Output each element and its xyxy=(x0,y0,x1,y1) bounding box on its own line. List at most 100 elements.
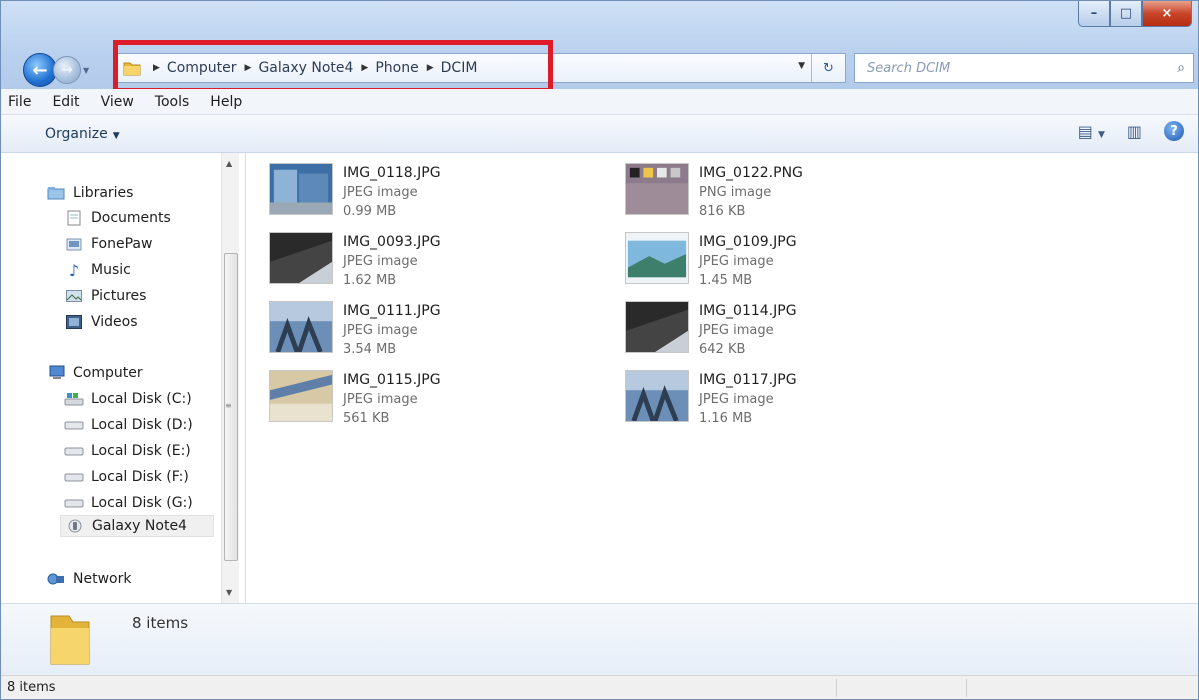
nav-local-disk-e[interactable]: Local Disk (E:) xyxy=(63,440,191,462)
file-item[interactable]: IMG_0115.JPG JPEG image 561 KB xyxy=(269,360,599,426)
file-size: 1.16 MB xyxy=(699,411,753,426)
file-name: IMG_0117.JPG xyxy=(699,372,797,388)
nav-local-disk-c-label: Local Disk (C:) xyxy=(91,391,192,407)
menu-help[interactable]: Help xyxy=(208,94,244,110)
nav-music[interactable]: ♪ Music xyxy=(63,259,131,281)
maximize-button[interactable]: □ xyxy=(1110,1,1142,27)
folder-icon xyxy=(50,615,90,665)
file-item[interactable]: IMG_0111.JPG JPEG image 3.54 MB xyxy=(269,291,599,357)
nav-local-disk-d[interactable]: Local Disk (D:) xyxy=(63,414,193,436)
file-type: JPEG image xyxy=(699,323,774,338)
file-name: IMG_0118.JPG xyxy=(343,165,441,181)
nav-local-disk-g-label: Local Disk (G:) xyxy=(91,495,193,511)
menu-view[interactable]: View xyxy=(99,94,136,110)
file-item[interactable]: IMG_0118.JPG JPEG image 0.99 MB xyxy=(269,153,599,219)
recent-pages-dropdown[interactable]: ▼ xyxy=(83,66,91,75)
scroll-up-icon[interactable]: ▲ xyxy=(226,159,232,168)
forward-button[interactable]: → xyxy=(53,56,81,84)
file-item[interactable]: IMG_0109.JPG JPEG image 1.45 MB xyxy=(625,222,955,288)
scroll-down-icon[interactable]: ▼ xyxy=(226,588,232,597)
breadcrumb-galaxy-note4[interactable]: Galaxy Note4 xyxy=(258,60,353,76)
nav-videos[interactable]: Videos xyxy=(63,311,138,333)
system-drive-icon xyxy=(63,391,85,407)
arrow-right-icon: → xyxy=(61,62,73,78)
drive-icon xyxy=(63,469,85,485)
nav-documents-label: Documents xyxy=(91,210,171,226)
breadcrumb-dcim[interactable]: DCIM xyxy=(441,60,478,76)
image-thumbnail xyxy=(269,232,333,284)
command-bar: Organize ▼ ▤ ▼ ▥ ? xyxy=(1,115,1198,153)
file-type: PNG image xyxy=(699,185,772,200)
close-button[interactable]: × xyxy=(1142,1,1192,27)
minimize-button[interactable]: – xyxy=(1078,1,1110,27)
file-name: IMG_0093.JPG xyxy=(343,234,441,250)
file-item[interactable]: IMG_0093.JPG JPEG image 1.62 MB xyxy=(269,222,599,288)
nav-local-disk-c[interactable]: Local Disk (C:) xyxy=(63,388,192,410)
preview-pane-button[interactable]: ▥ xyxy=(1127,122,1142,141)
nav-network[interactable]: Network xyxy=(45,568,131,590)
image-thumbnail xyxy=(625,232,689,284)
file-item[interactable]: IMG_0117.JPG JPEG image 1.16 MB xyxy=(625,360,955,426)
preview-pane-icon: ▥ xyxy=(1126,121,1142,141)
refresh-button[interactable]: ↻ xyxy=(811,54,845,82)
nav-local-disk-d-label: Local Disk (D:) xyxy=(91,417,193,433)
nav-music-label: Music xyxy=(91,262,131,278)
view-icon: ▤ xyxy=(1077,121,1093,141)
libraries-icon xyxy=(45,185,67,201)
file-name: IMG_0109.JPG xyxy=(699,234,797,250)
breadcrumb-computer[interactable]: Computer xyxy=(167,60,237,76)
help-button[interactable]: ? xyxy=(1164,121,1184,141)
status-divider xyxy=(966,679,967,697)
file-item[interactable]: IMG_0122.PNG PNG image 816 KB xyxy=(625,153,955,219)
menu-edit[interactable]: Edit xyxy=(50,94,81,110)
organize-label: Organize xyxy=(45,125,108,142)
documents-icon xyxy=(63,210,85,226)
file-type: JPEG image xyxy=(343,254,418,269)
nav-local-disk-f[interactable]: Local Disk (F:) xyxy=(63,466,189,488)
search-placeholder: Search DCIM xyxy=(867,60,951,76)
nav-pictures[interactable]: Pictures xyxy=(63,285,146,307)
nav-fonepaw[interactable]: FonePaw xyxy=(63,233,152,255)
chevron-down-icon: ▼ xyxy=(1097,129,1105,140)
nav-documents[interactable]: Documents xyxy=(63,207,171,229)
nav-libraries[interactable]: Libraries xyxy=(45,182,133,204)
nav-local-disk-e-label: Local Disk (E:) xyxy=(91,443,191,459)
nav-computer-label: Computer xyxy=(73,365,143,381)
status-divider xyxy=(836,679,837,697)
menu-tools[interactable]: Tools xyxy=(153,94,192,110)
nav-computer[interactable]: Computer xyxy=(45,362,143,384)
file-type: JPEG image xyxy=(699,392,774,407)
nav-galaxy-note4[interactable]: Galaxy Note4 xyxy=(60,515,214,537)
menu-file[interactable]: File xyxy=(6,94,33,110)
help-icon: ? xyxy=(1170,123,1178,139)
view-options-button[interactable]: ▤ ▼ xyxy=(1078,122,1105,141)
breadcrumb-phone[interactable]: Phone xyxy=(375,60,418,76)
address-bar[interactable]: ▶ Computer ▶ Galaxy Note4 ▶ Phone ▶ DCIM… xyxy=(114,53,846,83)
file-name: IMG_0122.PNG xyxy=(699,165,803,181)
file-item[interactable]: IMG_0114.JPG JPEG image 642 KB xyxy=(625,291,955,357)
file-size: 561 KB xyxy=(343,411,390,426)
videos-icon xyxy=(63,314,85,330)
image-thumbnail xyxy=(625,370,689,422)
address-dropdown-icon[interactable]: ▼ xyxy=(798,61,805,71)
window-controls: – □ × xyxy=(1078,1,1192,27)
organize-button[interactable]: Organize ▼ xyxy=(45,126,120,142)
nav-pictures-label: Pictures xyxy=(91,288,147,304)
file-type: JPEG image xyxy=(343,392,418,407)
drive-icon xyxy=(63,495,85,511)
search-input[interactable]: Search DCIM ⌕ xyxy=(854,53,1194,83)
image-thumbnail xyxy=(625,163,689,215)
file-size: 1.62 MB xyxy=(343,273,397,288)
file-size: 1.45 MB xyxy=(699,273,753,288)
file-size: 816 KB xyxy=(699,204,746,219)
grip-icon: ≡ xyxy=(225,401,232,410)
back-button[interactable]: ← xyxy=(23,53,57,87)
nav-scrollbar[interactable]: ▲ ≡ ▼ xyxy=(221,153,239,603)
nav-local-disk-g[interactable]: Local Disk (G:) xyxy=(63,492,193,514)
nav-videos-label: Videos xyxy=(91,314,138,330)
search-icon[interactable]: ⌕ xyxy=(1177,60,1185,76)
details-pane: 8 items xyxy=(1,603,1198,675)
file-name: IMG_0114.JPG xyxy=(699,303,797,319)
item-count: 8 items xyxy=(132,614,189,632)
file-name: IMG_0115.JPG xyxy=(343,372,441,388)
